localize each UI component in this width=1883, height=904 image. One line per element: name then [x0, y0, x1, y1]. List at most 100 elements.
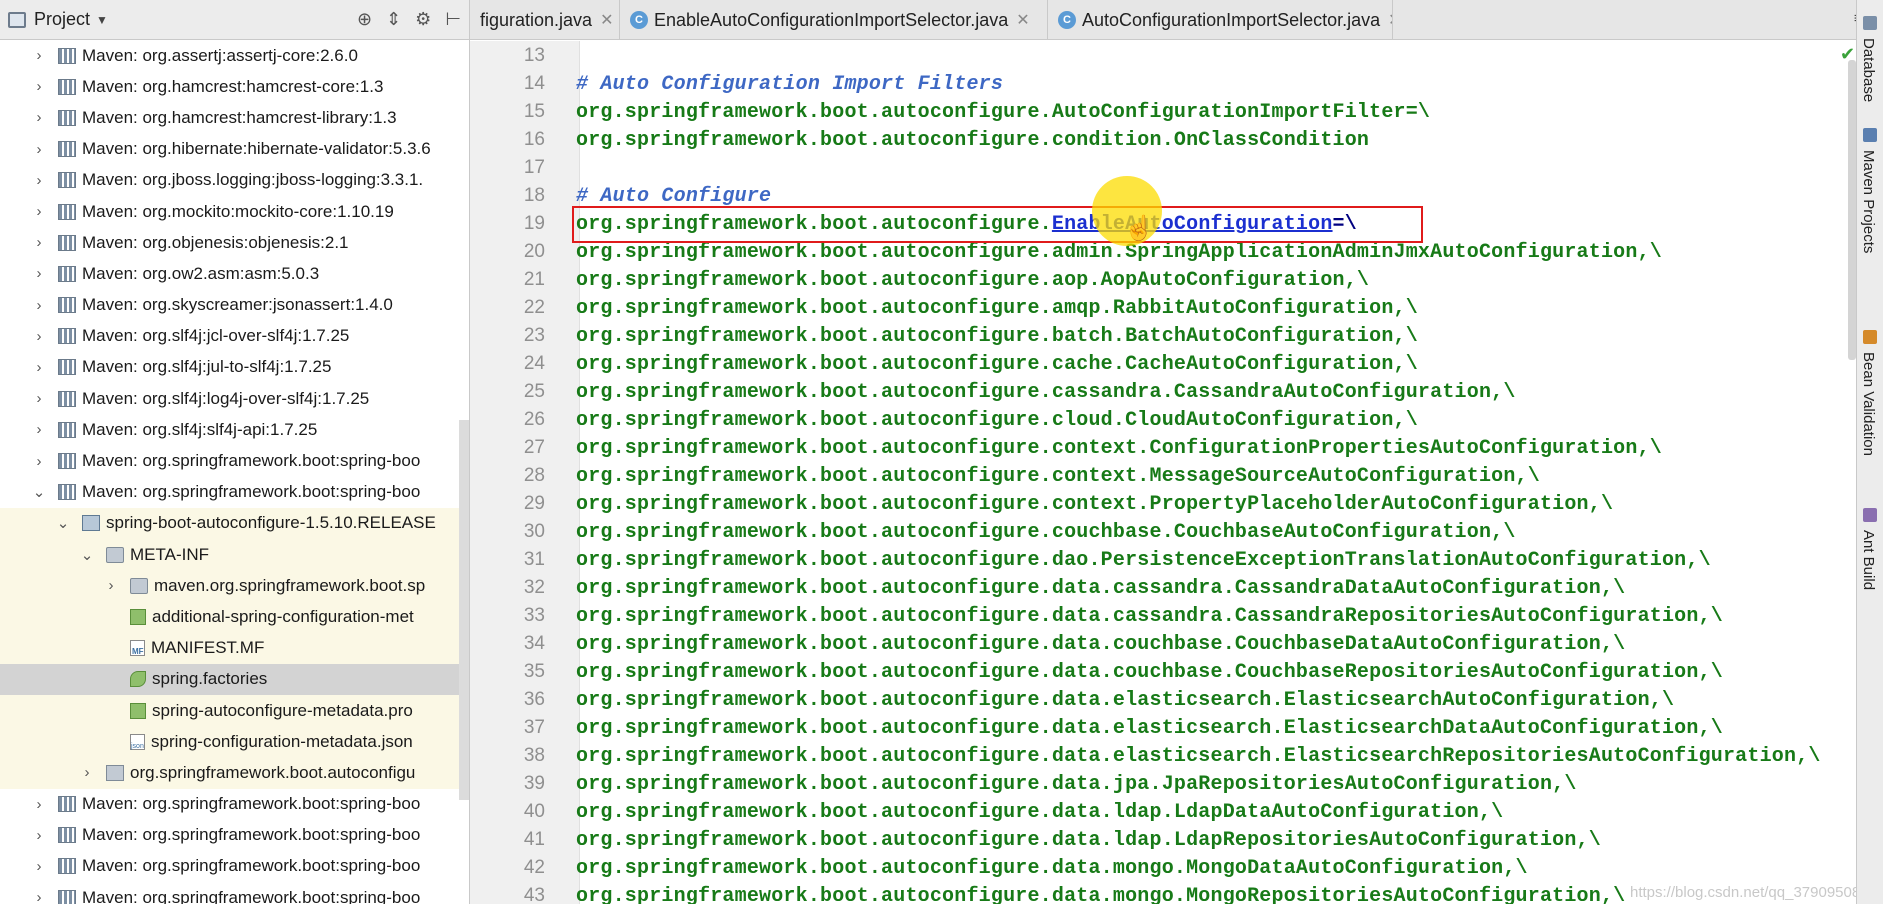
chevron-right-icon[interactable]: › — [32, 234, 46, 251]
tool-window-button[interactable]: Maven Projects — [1860, 150, 1877, 253]
chevron-right-icon[interactable]: › — [32, 390, 46, 407]
close-tab-icon[interactable]: ✕ — [1016, 10, 1029, 30]
tree-item-label: Maven: org.springframework.boot:spring-b… — [82, 856, 421, 876]
chevron-right-icon[interactable]: › — [32, 889, 46, 904]
tree-item[interactable]: › Maven: org.springframework.boot:spring-… — [0, 789, 469, 820]
chevron-down-icon[interactable]: ⌄ — [32, 483, 46, 501]
code-text: org.springframework.boot.autoconfigure.d… — [576, 576, 1626, 600]
chevron-right-icon[interactable]: › — [32, 421, 46, 438]
chevron-right-icon[interactable]: › — [104, 577, 118, 594]
tree-item[interactable]: › Maven: org.jboss.logging:jboss-logging:… — [0, 165, 469, 196]
tree-item[interactable]: › Maven: org.mockito:mockito-core:1.10.19 — [0, 196, 469, 227]
code-line: 15 org.springframework.boot.autoconfigure… — [470, 98, 1855, 126]
chevron-right-icon[interactable]: › — [32, 47, 46, 64]
tree-scrollbar[interactable] — [459, 420, 469, 800]
code-text: org.springframework.boot.autoconfigure.A… — [576, 100, 1431, 124]
tool-window-button[interactable]: Bean Validation — [1860, 352, 1877, 456]
project-panel-title[interactable]: Project — [34, 9, 90, 30]
tree-item[interactable]: ›spring.factories — [0, 663, 469, 695]
tree-item[interactable]: › org.springframework.boot.autoconfigu — [0, 757, 469, 789]
hide-panel-icon[interactable]: ⊢ — [445, 9, 461, 30]
code-text: org.springframework.boot.autoconfigure.d… — [576, 772, 1577, 796]
tree-item[interactable]: › Maven: org.springframework.boot:spring-… — [0, 445, 469, 476]
chevron-down-icon[interactable]: ⌄ — [56, 514, 70, 532]
chevron-down-icon[interactable]: ⌄ — [80, 546, 94, 564]
tree-item[interactable]: › Maven: org.hamcrest:hamcrest-library:1.… — [0, 102, 469, 133]
tool-window-button[interactable]: Database — [1860, 38, 1877, 102]
folder-icon — [106, 546, 124, 563]
tree-item-label: Maven: org.hamcrest:hamcrest-core:1.3 — [82, 76, 384, 96]
tree-item[interactable]: › Maven: org.springframework.boot:spring-… — [0, 882, 469, 904]
code-line: 21 org.springframework.boot.autoconfigure… — [470, 266, 1855, 294]
config-file-icon — [130, 608, 146, 625]
editor-tab[interactable]: C EnableAutoConfigurationImportSelector.j… — [620, 0, 1048, 40]
tree-item[interactable]: ⌄ META-INF — [0, 539, 469, 571]
code-text: org.springframework.boot.autoconfigure.d… — [576, 884, 1626, 904]
close-tab-icon[interactable]: ✕ — [600, 10, 613, 30]
chevron-right-icon[interactable]: › — [32, 328, 46, 345]
editor-scrollbar[interactable] — [1848, 60, 1856, 360]
line-number: 43 — [523, 885, 545, 904]
tree-item[interactable]: › Maven: org.slf4j:log4j-over-slf4j:1.7.2… — [0, 383, 469, 414]
code-line: 34 org.springframework.boot.autoconfigure… — [470, 630, 1855, 658]
tree-item[interactable]: › Maven: org.springframework.boot:spring-… — [0, 851, 469, 882]
tree-item[interactable]: › Maven: org.slf4j:jul-to-slf4j:1.7.25 — [0, 352, 469, 383]
code-line: 22 org.springframework.boot.autoconfigure… — [470, 294, 1855, 322]
chevron-right-icon[interactable]: › — [32, 109, 46, 126]
editor-tab[interactable]: figuration.java ✕ — [470, 0, 620, 40]
code-line: 35 org.springframework.boot.autoconfigure… — [470, 658, 1855, 686]
tree-item[interactable]: › Maven: org.slf4j:jcl-over-slf4j:1.7.25 — [0, 321, 469, 352]
tree-item-label: Maven: org.jboss.logging:jboss-logging:3… — [82, 170, 424, 190]
chevron-right-icon[interactable]: › — [32, 827, 46, 844]
tree-item-label: Maven: org.slf4j:slf4j-api:1.7.25 — [82, 419, 318, 439]
tree-item[interactable]: › Maven: org.objenesis:objenesis:2.1 — [0, 227, 469, 258]
tree-item[interactable]: › Maven: org.hamcrest:hamcrest-core:1.3 — [0, 71, 469, 102]
tool-window-button[interactable]: Ant Build — [1860, 530, 1877, 590]
tree-item[interactable]: › maven.org.springframework.boot.sp — [0, 570, 469, 602]
tree-item[interactable]: ⌄ spring-boot-autoconfigure-1.5.10.RELEAS… — [0, 507, 469, 539]
line-number: 33 — [523, 605, 545, 626]
code-text: org.springframework.boot.autoconfigure.d… — [576, 828, 1601, 852]
tree-item[interactable]: ›spring-configuration-metadata.json — [0, 726, 469, 758]
tree-item-label: Maven: org.slf4j:jul-to-slf4j:1.7.25 — [82, 357, 332, 377]
chevron-right-icon[interactable]: › — [32, 203, 46, 220]
chevron-right-icon[interactable]: › — [32, 453, 46, 470]
chevron-right-icon[interactable]: › — [32, 78, 46, 95]
editor-tab[interactable]: C AutoConfigurationImportSelector.java ✕ — [1048, 0, 1393, 40]
gear-icon[interactable]: ⚙ — [415, 9, 431, 30]
code-line: 32 org.springframework.boot.autoconfigure… — [470, 574, 1855, 602]
tree-item[interactable]: › Maven: org.slf4j:slf4j-api:1.7.25 — [0, 414, 469, 445]
close-tab-icon[interactable]: ✕ — [1388, 10, 1392, 30]
chevron-right-icon[interactable]: › — [32, 359, 46, 376]
chevron-right-icon[interactable]: › — [32, 796, 46, 813]
locate-icon[interactable]: ⊕ — [357, 9, 372, 30]
chevron-right-icon[interactable]: › — [32, 265, 46, 282]
tree-item[interactable]: ›spring-autoconfigure-metadata.pro — [0, 694, 469, 727]
code-editor[interactable]: 13 14 # Auto Configuration Import Filters 1… — [470, 41, 1855, 904]
tree-item[interactable]: ›MANIFEST.MF — [0, 632, 469, 664]
code-text: org.springframework.boot.autoconfigure.c… — [576, 492, 1614, 516]
code-line: 37 org.springframework.boot.autoconfigure… — [470, 714, 1855, 742]
line-number: 42 — [523, 857, 545, 878]
tree-item-label: Maven: org.springframework.boot:spring-b… — [82, 825, 421, 845]
tree-item[interactable]: › Maven: org.skyscreamer:jsonassert:1.4.0 — [0, 290, 469, 321]
code-text: org.springframework.boot.autoconfigure.d… — [576, 604, 1723, 628]
chevron-right-icon[interactable]: › — [80, 764, 94, 781]
tree-item[interactable]: › Maven: org.hibernate:hibernate-validato… — [0, 134, 469, 165]
chevron-right-icon[interactable]: › — [32, 141, 46, 158]
chevron-right-icon[interactable]: › — [32, 172, 46, 189]
tree-item[interactable]: › Maven: org.ow2.asm:asm:5.0.3 — [0, 258, 469, 289]
tree-item-label: maven.org.springframework.boot.sp — [154, 575, 426, 595]
tree-item[interactable]: ⌄ Maven: org.springframework.boot:spring-… — [0, 477, 469, 508]
tool-window-icon — [1863, 330, 1877, 344]
tree-item[interactable]: › Maven: org.assertj:assertj-core:2.6.0 — [0, 40, 469, 71]
library-icon — [58, 265, 76, 282]
chevron-right-icon[interactable]: › — [32, 858, 46, 875]
tree-item[interactable]: ›additional-spring-configuration-met — [0, 601, 469, 633]
code-text: org.springframework.boot.autoconfigure.a… — [576, 268, 1370, 292]
chevron-right-icon[interactable]: › — [32, 297, 46, 314]
tree-item[interactable]: › Maven: org.springframework.boot:spring-… — [0, 820, 469, 851]
line-number: 31 — [523, 549, 545, 570]
collapse-all-icon[interactable]: ⇕ — [386, 9, 401, 30]
chevron-down-icon[interactable]: ▼ — [96, 13, 108, 27]
